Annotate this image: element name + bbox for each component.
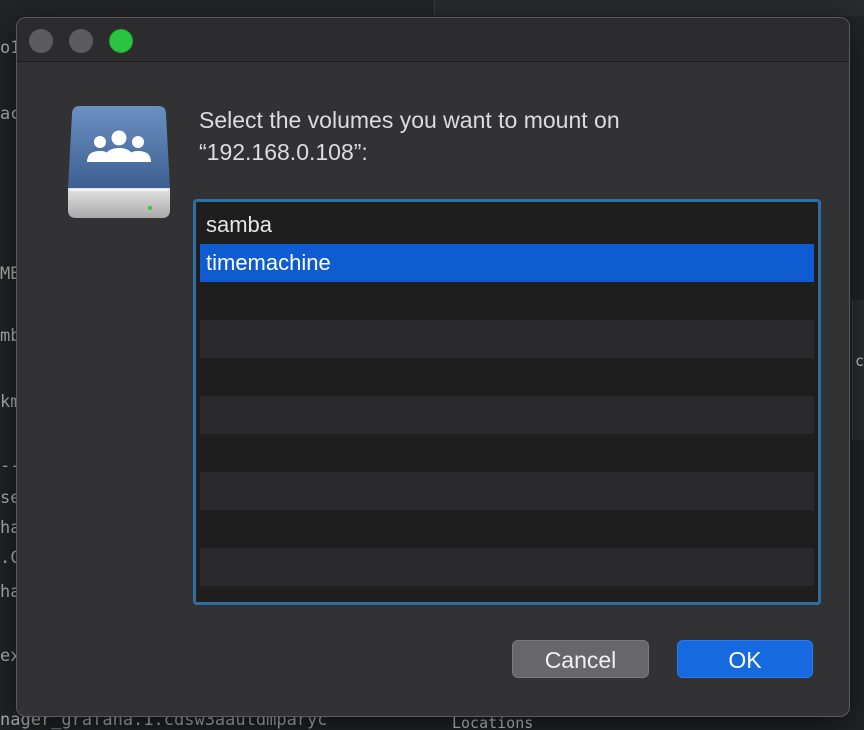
- background-right-control: [852, 300, 864, 440]
- prompt-line-1: Select the volumes you want to mount on: [199, 107, 620, 133]
- volume-list-rows: samba timemachine: [200, 206, 814, 598]
- close-window-button[interactable]: [29, 29, 53, 53]
- prompt-line-2: “192.168.0.108”:: [199, 139, 368, 165]
- mount-volumes-dialog: Select the volumes you want to mount on …: [16, 17, 850, 717]
- empty-row: [200, 548, 814, 586]
- dialog-titlebar: [17, 18, 849, 62]
- background-right-panel: [434, 0, 864, 16]
- volume-row-samba[interactable]: samba: [200, 206, 814, 244]
- empty-row: [200, 510, 814, 548]
- cancel-button[interactable]: Cancel: [512, 640, 649, 678]
- empty-row: [200, 358, 814, 396]
- network-drive-group-icon: [68, 106, 170, 218]
- mount-prompt-text: Select the volumes you want to mount on …: [199, 104, 799, 168]
- empty-row: [200, 434, 814, 472]
- minimize-window-button[interactable]: [69, 29, 93, 53]
- empty-row: [200, 586, 814, 598]
- empty-row: [200, 472, 814, 510]
- empty-row: [200, 320, 814, 358]
- ok-button[interactable]: OK: [677, 640, 813, 678]
- volume-row-timemachine[interactable]: timemachine: [200, 244, 814, 282]
- empty-row: [200, 396, 814, 434]
- zoom-window-button[interactable]: [109, 29, 133, 53]
- volume-list[interactable]: samba timemachine: [193, 199, 821, 605]
- empty-row: [200, 282, 814, 320]
- background-right-text: c: [854, 352, 864, 370]
